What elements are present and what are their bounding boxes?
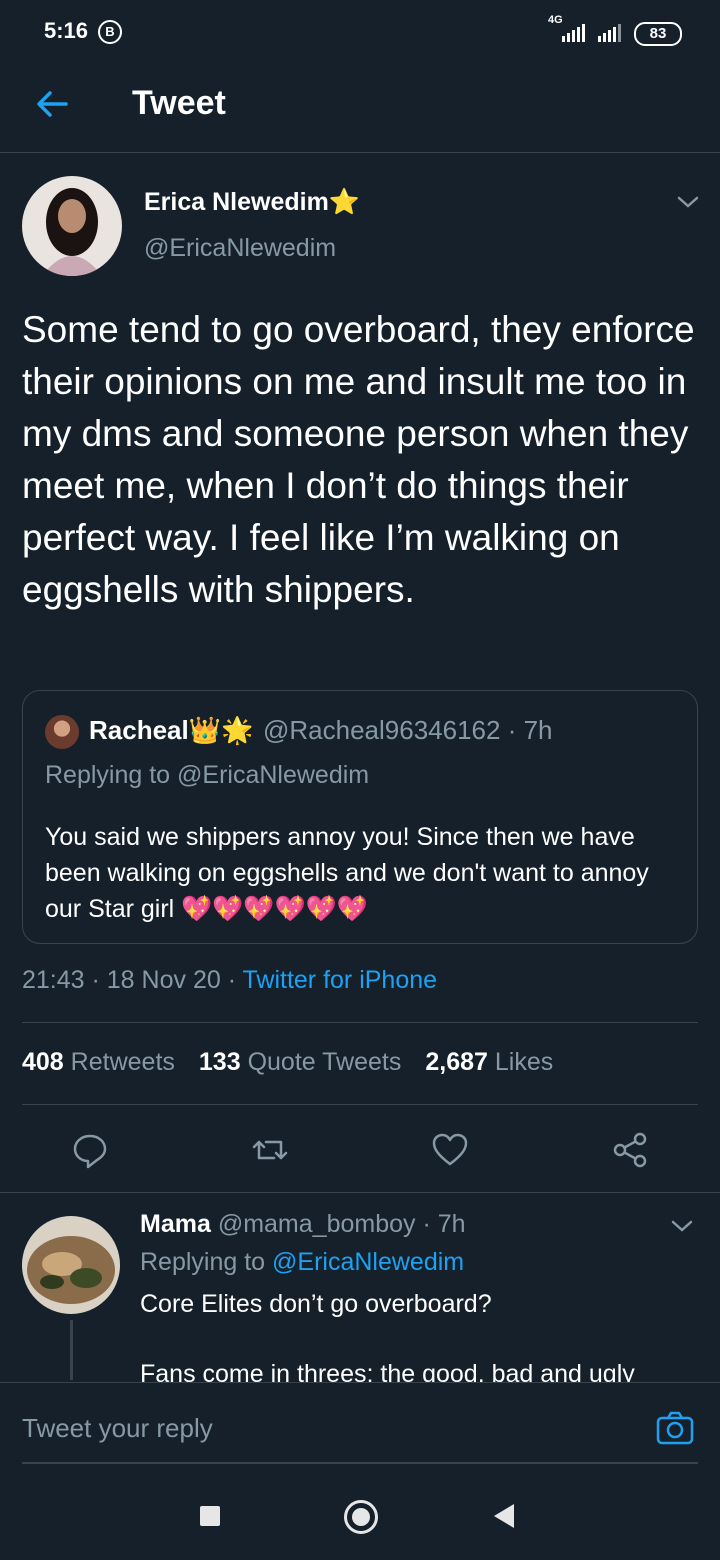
network-type: 4G (548, 14, 563, 26)
quote-tweets-count[interactable]: 133 Quote Tweets (199, 1048, 401, 1077)
battery-icon: 83 (634, 22, 682, 46)
reply-avatar[interactable] (22, 1216, 120, 1314)
reply-replying-to: Replying to @EricaNlewedim (140, 1248, 465, 1276)
signal-icon (562, 24, 585, 42)
divider (22, 1104, 698, 1105)
tweet-stats: 408 Retweets 133 Quote Tweets 2,687 Like… (22, 1048, 553, 1077)
crown-star-emoji: 👑🌟 (188, 715, 254, 745)
reply-composer[interactable]: Tweet your reply (0, 1382, 720, 1463)
tweet-time: 21:43 (22, 966, 85, 994)
reply-chevron-down-icon[interactable] (670, 1218, 694, 1234)
system-nav-bar (0, 1464, 720, 1560)
reply-text: Core Elites don’t go overboard? (140, 1290, 492, 1318)
recents-icon[interactable] (200, 1506, 220, 1526)
retweets-count[interactable]: 408 Retweets (22, 1048, 175, 1077)
camera-icon[interactable] (656, 1411, 694, 1445)
status-time: 5:16 (44, 18, 89, 43)
system-back-icon[interactable] (494, 1504, 514, 1528)
b-badge-icon: B (98, 20, 122, 44)
author-name[interactable]: Erica Nlewedim⭐ (144, 188, 360, 217)
app-header: Tweet (0, 64, 720, 153)
reply-mention-link[interactable]: @EricaNlewedim (272, 1248, 464, 1276)
likes-count[interactable]: 2,687 Likes (425, 1048, 553, 1077)
quoted-avatar (45, 715, 79, 749)
share-icon[interactable] (610, 1130, 650, 1170)
divider (0, 1192, 720, 1193)
tweet-meta: 21:43 · 18 Nov 20 · Twitter for iPhone (22, 966, 438, 994)
chevron-down-icon[interactable] (676, 194, 700, 210)
like-heart-icon[interactable] (430, 1130, 470, 1170)
tweet-date: 18 Nov 20 (106, 966, 221, 994)
quoted-text: You said we shippers annoy you! Since th… (45, 823, 649, 923)
home-icon[interactable] (344, 1500, 378, 1534)
reply-icon[interactable] (70, 1130, 110, 1170)
reply-text-continued: Fans come in threes; the good, bad and u… (140, 1360, 635, 1382)
quoted-tweet[interactable]: Racheal👑🌟 @Racheal96346162 · 7h Replying… (22, 690, 698, 944)
back-arrow-icon[interactable] (34, 86, 70, 122)
tweet-source[interactable]: Twitter for iPhone (243, 966, 438, 994)
status-bar: 5:16 B 4G 83 (0, 0, 720, 64)
star-badge-icon: ⭐ (328, 188, 360, 216)
author-avatar[interactable] (22, 176, 122, 276)
thread-line (70, 1320, 73, 1380)
divider (22, 1022, 698, 1023)
quoted-replying-to: Replying to @EricaNlewedim (45, 761, 370, 789)
signal-icon-2 (598, 24, 621, 42)
reply-input[interactable]: Tweet your reply (22, 1413, 213, 1444)
retweet-icon[interactable] (250, 1130, 290, 1170)
quoted-name: Racheal👑🌟 (89, 715, 254, 745)
reply-handle-time: @mama_bomboy · 7h (217, 1210, 466, 1238)
tweet-text: Some tend to go overboard, they enforce … (22, 309, 695, 610)
reply-author[interactable]: Mama @mama_bomboy · 7h (140, 1210, 466, 1239)
page-title: Tweet (132, 84, 226, 122)
quoted-handle-time: @Racheal96346162 · 7h (263, 715, 553, 745)
reply-name: Mama (140, 1210, 211, 1238)
author-handle[interactable]: @EricaNlewedim (144, 234, 336, 263)
